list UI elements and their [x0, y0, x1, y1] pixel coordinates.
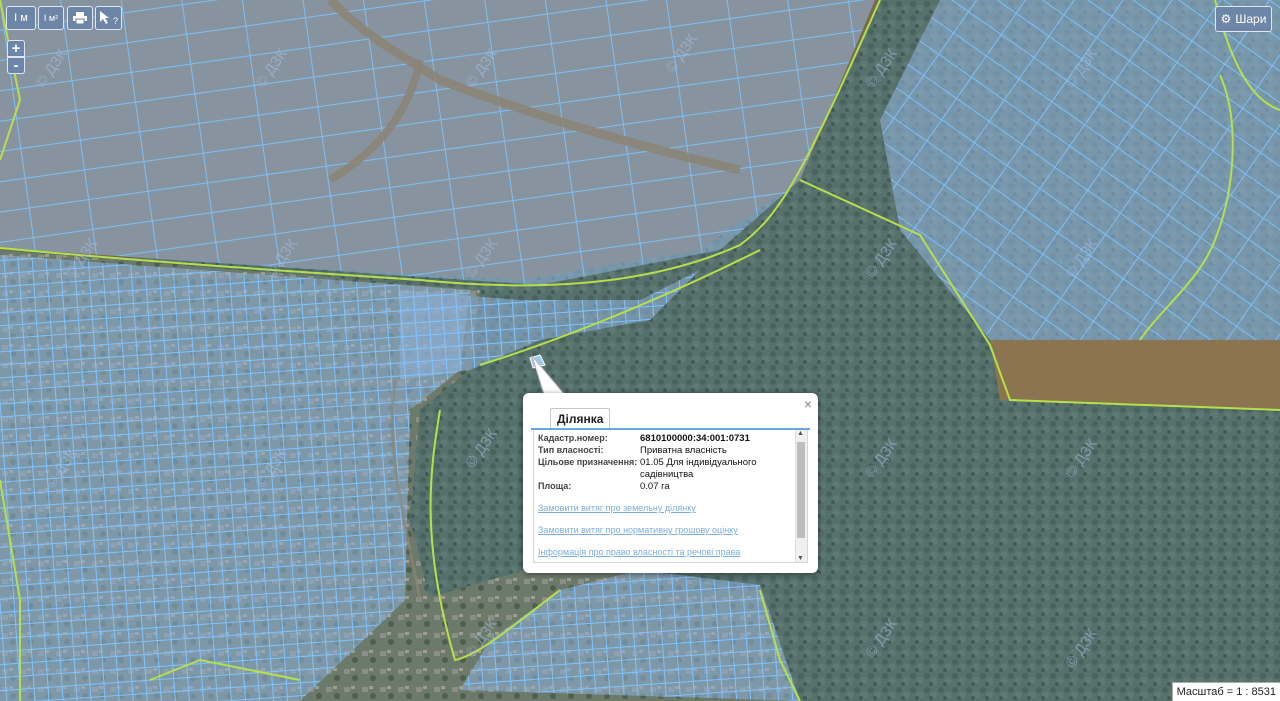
layers-button-label: Шари [1235, 12, 1267, 26]
parcel-info-popup: × Ділянка Кадастр.номер: 6810100000:34:0… [523, 393, 818, 573]
tab-parcel[interactable]: Ділянка [550, 408, 611, 429]
measure-length-button[interactable]: I м [6, 6, 36, 30]
cadastral-number-label: Кадастр.номер: [538, 433, 608, 443]
popup-pointer [531, 355, 565, 395]
field-area-east [990, 340, 1280, 410]
map-canvas[interactable] [0, 0, 1280, 701]
cadastral-number-value: 6810100000:34:001:0731 [640, 433, 750, 444]
scroll-down-icon[interactable]: ▼ [797, 555, 804, 562]
scroll-up-icon[interactable]: ▲ [797, 430, 804, 437]
layers-button[interactable]: ⚙ Шари [1215, 6, 1272, 32]
area-label: Площа: [538, 481, 572, 491]
print-button[interactable] [67, 6, 93, 30]
identify-button[interactable]: ? [95, 6, 122, 30]
popup-scrollbar[interactable]: ▲ ▼ [795, 430, 807, 562]
popup-body: Кадастр.номер: 6810100000:34:001:0731 Ти… [533, 430, 808, 563]
ruler-icon: I м [14, 12, 28, 24]
close-icon[interactable]: × [804, 396, 812, 412]
scale-indicator: Масштаб = 1 : 8531 [1171, 682, 1280, 701]
zoom-in-button[interactable]: + [7, 40, 25, 57]
zoom-out-button[interactable]: - [7, 57, 25, 74]
order-land-extract-link[interactable]: Замовити витяг про земельну ділянку [538, 503, 696, 513]
identify-question-mark: ? [112, 16, 118, 26]
print-icon [73, 12, 87, 24]
area-value: 0.07 га [640, 481, 670, 492]
order-valuation-extract-link[interactable]: Замовити витяг про нормативну грошову оц… [538, 525, 738, 535]
ownership-type-value: Приватна власність [640, 445, 727, 456]
ownership-type-label: Тип власності: [538, 445, 604, 455]
ownership-info-link[interactable]: Інформація про право власності та речові… [538, 547, 740, 557]
area-ruler-icon: I м² [43, 13, 59, 23]
gear-icon: ⚙ [1220, 12, 1232, 26]
scroll-thumb[interactable] [797, 442, 805, 538]
purpose-value: 01.05 Для індивідуального садівництва [640, 457, 757, 480]
measure-area-button[interactable]: I м² [38, 6, 64, 30]
purpose-label: Цільове призначення: [538, 457, 638, 467]
